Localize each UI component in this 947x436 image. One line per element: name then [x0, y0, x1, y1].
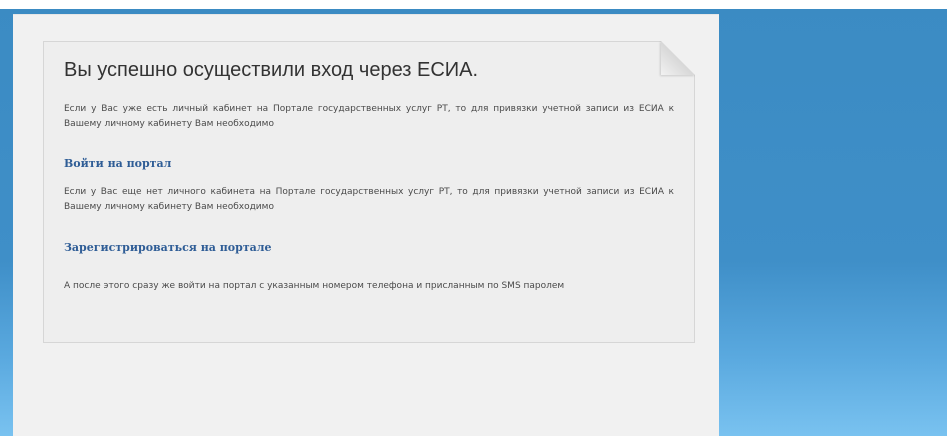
content-panel: Вы успешно осуществили вход через ЕСИА. … [13, 14, 719, 436]
login-link[interactable]: Войти на портал [64, 157, 171, 171]
no-account-text: Если у Вас еще нет личного кабинета на П… [64, 187, 674, 212]
register-link[interactable]: Зарегистрироваться на портале [64, 241, 272, 255]
existing-account-text: Если у Вас уже есть личный кабинет на По… [64, 104, 674, 129]
top-white-strip [0, 0, 947, 9]
folded-corner [661, 41, 695, 75]
sms-login-text: А после этого сразу же войти на портал с… [64, 281, 565, 291]
esia-message-card: Вы успешно осуществили вход через ЕСИА. … [43, 41, 695, 343]
page-title: Вы успешно осуществили вход через ЕСИА. [64, 59, 479, 81]
